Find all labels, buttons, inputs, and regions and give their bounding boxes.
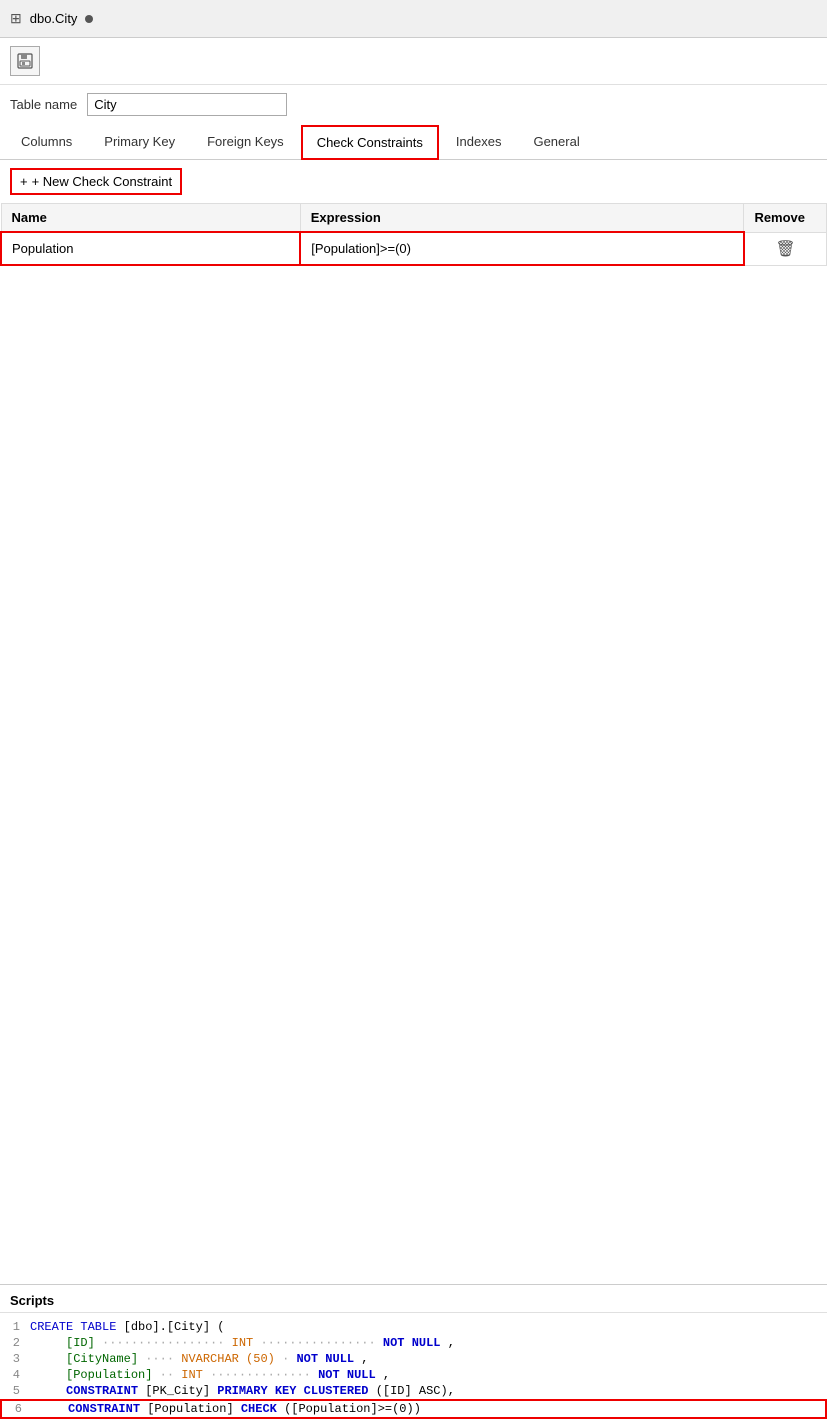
tab-check-constraints[interactable]: Check Constraints <box>301 125 439 160</box>
tab-indexes[interactable]: Indexes <box>441 125 517 160</box>
line-code-6: CONSTRAINT [Population] CHECK ([Populati… <box>32 1402 825 1416</box>
line-number-5: 5 <box>0 1384 30 1398</box>
script-line-1: 1 CREATE TABLE [dbo].[City] ( <box>0 1319 827 1335</box>
table-name-input[interactable] <box>87 93 287 116</box>
new-check-constraint-button[interactable]: + + New Check Constraint <box>10 168 182 195</box>
constraint-expression-value: [Population]>=(0) <box>311 241 411 256</box>
line-number-4: 4 <box>0 1368 30 1382</box>
line-code-4: [Population] ·· INT ·············· NOT N… <box>30 1368 827 1382</box>
table-icon: ⊞ <box>10 10 22 27</box>
save-button[interactable] <box>10 46 40 76</box>
tab-primary-key[interactable]: Primary Key <box>89 125 190 160</box>
script-line-5: 5 CONSTRAINT [PK_City] PRIMARY KEY CLUST… <box>0 1383 827 1399</box>
toolbar <box>0 38 827 85</box>
scripts-content: 1 CREATE TABLE [dbo].[City] ( 2 [ID] ···… <box>0 1313 827 1425</box>
constraint-expression-cell[interactable]: [Population]>=(0) <box>300 232 744 265</box>
line-code-1: CREATE TABLE [dbo].[City] ( <box>30 1320 827 1334</box>
delete-constraint-button[interactable]: 🗑 <box>775 239 795 259</box>
line-number-2: 2 <box>0 1336 30 1350</box>
table-name-label: Table name <box>10 97 77 112</box>
unsaved-dot <box>85 15 93 23</box>
script-line-4: 4 [Population] ·· INT ·············· NOT… <box>0 1367 827 1383</box>
line-number-1: 1 <box>0 1320 30 1334</box>
script-line-3: 3 [CityName] ···· NVARCHAR (50) · NOT NU… <box>0 1351 827 1367</box>
table-name-row: Table name <box>0 85 827 124</box>
tabs-bar: Columns Primary Key Foreign Keys Check C… <box>0 124 827 160</box>
tab-general[interactable]: General <box>518 125 594 160</box>
col-header-expression: Expression <box>300 204 744 233</box>
line-number-3: 3 <box>0 1352 30 1366</box>
col-header-remove: Remove <box>744 204 827 233</box>
title-bar: ⊞ dbo.City <box>0 0 827 38</box>
scripts-header: Scripts <box>0 1285 827 1313</box>
scripts-section: Scripts 1 CREATE TABLE [dbo].[City] ( 2 … <box>0 1284 827 1425</box>
constraint-table: Name Expression Remove Population [Popul… <box>0 203 827 266</box>
script-line-6: 6 CONSTRAINT [Population] CHECK ([Popula… <box>0 1399 827 1419</box>
line-code-3: [CityName] ···· NVARCHAR (50) · NOT NULL… <box>30 1352 827 1366</box>
constraint-name-value: Population <box>12 241 73 256</box>
constraint-remove-cell: 🗑 <box>744 232 827 265</box>
script-line-2: 2 [ID] ················· INT ···········… <box>0 1335 827 1351</box>
tab-columns[interactable]: Columns <box>6 125 87 160</box>
line-code-5: CONSTRAINT [PK_City] PRIMARY KEY CLUSTER… <box>30 1384 827 1398</box>
constraint-name-cell[interactable]: Population <box>1 232 300 265</box>
new-constraint-label: + New Check Constraint <box>32 174 173 189</box>
tab-foreign-keys[interactable]: Foreign Keys <box>192 125 299 160</box>
plus-icon: + <box>20 174 28 189</box>
title-text: dbo.City <box>30 11 78 26</box>
col-header-name: Name <box>1 204 300 233</box>
line-number-6: 6 <box>2 1402 32 1416</box>
line-code-2: [ID] ················· INT ·············… <box>30 1336 827 1350</box>
table-row: Population [Population]>=(0) 🗑 <box>1 232 827 265</box>
